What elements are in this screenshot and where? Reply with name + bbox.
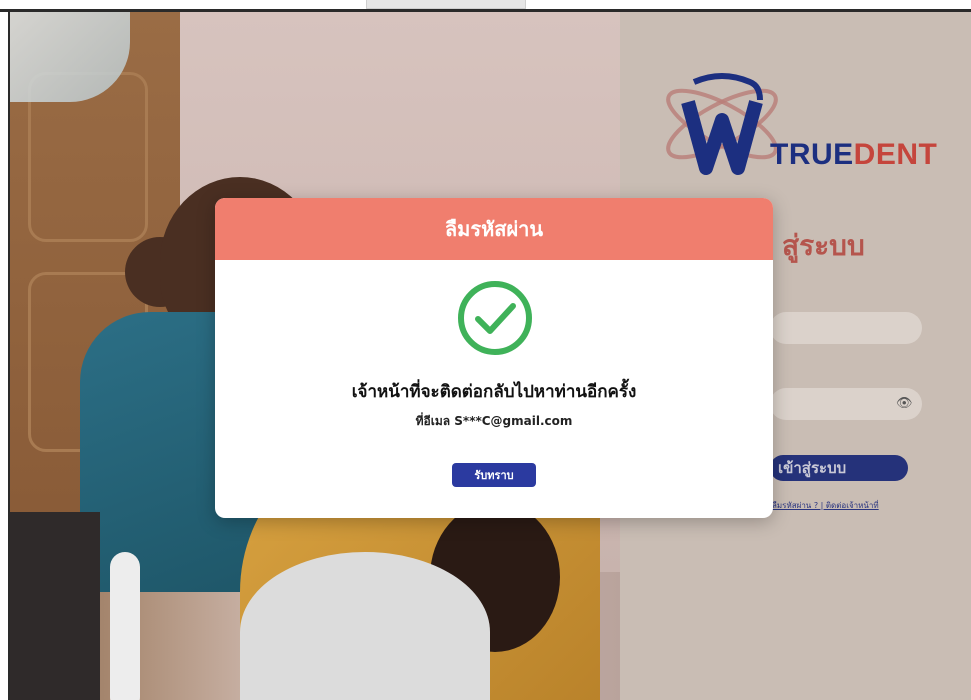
dialog-message: เจ้าหน้าที่จะติดต่อกลับไปหาท่านอีกครั้ง bbox=[351, 382, 637, 402]
photo-spittoon bbox=[240, 552, 490, 700]
browser-tab[interactable] bbox=[366, 0, 526, 9]
login-title: สู่ระบบ bbox=[782, 229, 865, 262]
username-field[interactable] bbox=[770, 312, 922, 344]
login-links[interactable]: ลืมรหัสผ่าน ? | ติดต่อเจ้าหน้าที่ bbox=[772, 499, 922, 512]
brand-name-part1: TRUE bbox=[770, 138, 854, 171]
brand-name-part2: DENT bbox=[853, 138, 938, 171]
password-field[interactable]: 👁 bbox=[770, 388, 922, 420]
forgot-password-dialog: ลืมรหัสผ่าน เจ้าหน้าที่จะติดต่อกลับไปหาท… bbox=[215, 198, 773, 518]
photo-hose bbox=[110, 552, 140, 700]
truedent-wordmark: TRUEDENT bbox=[770, 138, 937, 172]
dialog-header: ลืมรหัสผ่าน bbox=[215, 198, 773, 260]
dialog-email-message: ที่อีเมล S***C@gmail.com bbox=[415, 414, 573, 428]
acknowledge-button[interactable]: รับทราบ bbox=[452, 463, 536, 487]
eye-icon[interactable]: 👁 bbox=[896, 396, 913, 412]
browser-top-bar bbox=[0, 0, 971, 12]
check-circle-icon bbox=[458, 281, 532, 355]
dialog-title: ลืมรหัสผ่าน bbox=[444, 217, 544, 241]
photo-shadow bbox=[10, 512, 100, 700]
login-button[interactable]: เข้าสู่ระบบ bbox=[770, 455, 908, 481]
